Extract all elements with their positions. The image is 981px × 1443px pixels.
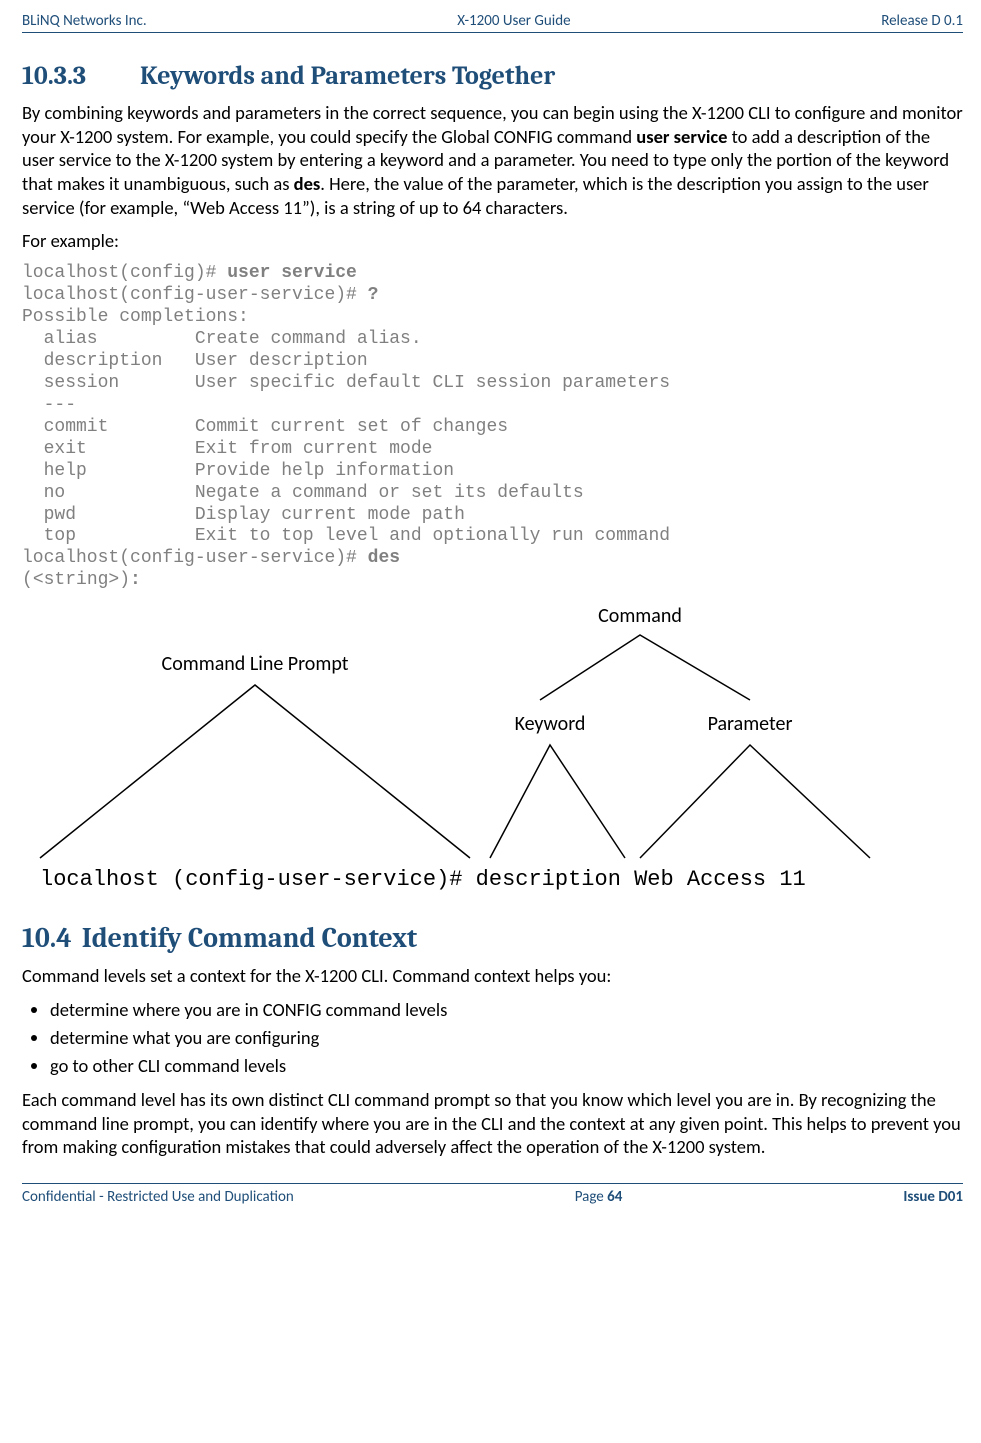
cli-line: no Negate a command or set its defaults <box>22 483 584 503</box>
section-title: Keywords and Parameters Together <box>140 61 555 91</box>
section-number: 10.4 <box>22 922 72 954</box>
page-footer: Confidential - Restricted Use and Duplic… <box>22 1183 963 1206</box>
context-paragraph: Each command level has its own distinct … <box>22 1088 963 1159</box>
section-number: 10.3.3 <box>22 61 140 91</box>
cli-line: localhost(config-user-service)# <box>22 285 368 305</box>
footer-left: Confidential - Restricted Use and Duplic… <box>22 1188 294 1206</box>
footer-page: Page 64 <box>575 1188 623 1206</box>
context-bullets: determine where you are in CONFIG comman… <box>22 998 963 1078</box>
bullet-item: determine where you are in CONFIG comman… <box>50 998 963 1022</box>
footer-issue: Issue D01 <box>903 1188 963 1206</box>
cli-bold: : <box>130 570 141 590</box>
cli-line: --- <box>22 395 76 415</box>
cli-block: localhost(config)# user service localhos… <box>22 263 963 592</box>
cli-line: exit Exit from current mode <box>22 439 432 459</box>
header-right: Release D 0.1 <box>881 12 963 30</box>
diagram-label-command: Command <box>598 604 682 628</box>
context-intro: Command levels set a context for the X-1… <box>22 964 963 988</box>
cli-line: help Provide help information <box>22 461 454 481</box>
cli-line: description User description <box>22 351 368 371</box>
header-left: BLiNQ Networks Inc. <box>22 12 147 30</box>
cli-line: ( <box>22 570 33 590</box>
cli-bold: user service <box>227 263 357 283</box>
intro-paragraph: By combining keywords and parameters in … <box>22 101 963 219</box>
cli-line: localhost(config-user-service)# <box>22 548 368 568</box>
diagram-line <box>490 745 625 858</box>
diagram-line <box>640 745 870 858</box>
section-heading-10-4: 10.4 Identify Command Context <box>22 922 963 954</box>
cli-line: commit Commit current set of changes <box>22 417 508 437</box>
bold-user-service: user service <box>636 125 727 148</box>
cli-line: top Exit to top level and optionally run… <box>22 526 670 546</box>
cli-line: ) <box>119 570 130 590</box>
footer-page-number: 64 <box>607 1188 622 1206</box>
diagram-line <box>40 685 470 858</box>
command-diagram: Command Command Line Prompt Keyword Para… <box>30 600 963 900</box>
diagram-label-clp: Command Line Prompt <box>162 652 349 676</box>
cli-line: localhost(config)# <box>22 263 227 283</box>
section-title: Identify Command Context <box>82 922 417 954</box>
section-heading-10-3-3: 10.3.3Keywords and Parameters Together <box>22 61 963 91</box>
bold-des: des <box>294 172 321 195</box>
header-center: X-1200 User Guide <box>457 12 570 30</box>
diagram-line <box>540 635 750 700</box>
diagram-label-parameter: Parameter <box>708 712 793 736</box>
footer-page-label: Page <box>575 1188 607 1206</box>
page-header: BLiNQ Networks Inc. X-1200 User Guide Re… <box>22 12 963 33</box>
for-example-label: For example: <box>22 229 963 253</box>
cli-bold: des <box>368 548 400 568</box>
cli-bold: ? <box>368 285 379 305</box>
cli-line: pwd Display current mode path <box>22 505 465 525</box>
diagram-command-line: localhost (config-user-service)# descrip… <box>40 867 806 892</box>
cli-line: Possible completions: <box>22 307 249 327</box>
bullet-item: determine what you are configuring <box>50 1026 963 1050</box>
cli-line: alias Create command alias. <box>22 329 422 349</box>
bullet-item: go to other CLI command levels <box>50 1054 963 1078</box>
cli-line: <string> <box>33 570 119 590</box>
diagram-label-keyword: Keyword <box>515 712 586 736</box>
cli-line: session User specific default CLI sessio… <box>22 373 670 393</box>
